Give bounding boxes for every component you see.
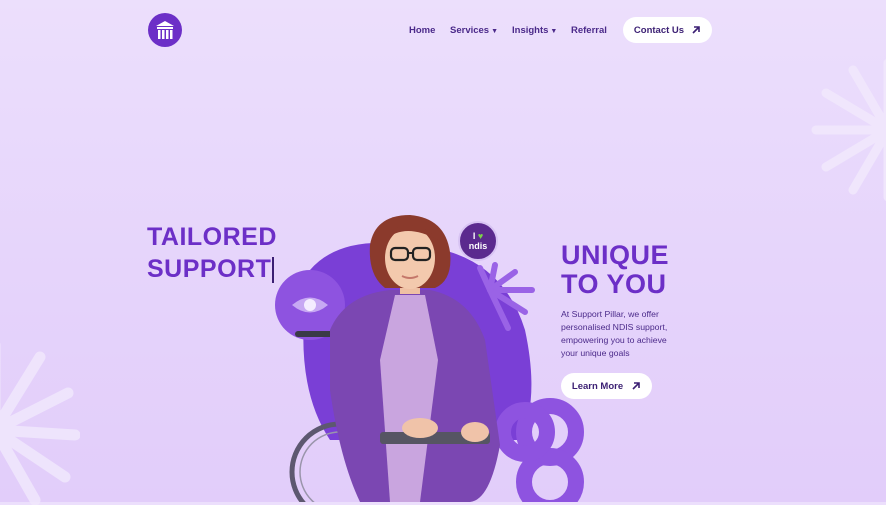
nav-insights-label: Insights	[512, 25, 549, 36]
nav-referral-label: Referral	[571, 25, 607, 36]
arrow-up-right-icon	[632, 382, 640, 390]
headline-tailored-support: TAILORED SUPPORT	[147, 221, 277, 285]
arrow-up-right-icon	[692, 26, 700, 34]
hero-description: At Support Pillar, we offer personalised…	[561, 309, 668, 358]
nav-services[interactable]: Services ▼	[450, 25, 498, 36]
heart-icon: ♥	[477, 231, 484, 241]
landing-page: Home Services ▼ Insights ▼ Referral Contac…	[0, 0, 886, 505]
nav-insights[interactable]: Insights ▼	[512, 25, 557, 36]
nav-services-label: Services	[450, 25, 490, 36]
caret-down-icon: ▼	[491, 28, 499, 35]
sunburst-decoration-icon	[0, 342, 80, 505]
badge-line2: ndis	[468, 241, 488, 251]
headline-line: UNIQUE	[561, 240, 670, 270]
badge-line1: I	[472, 231, 476, 241]
headline-line: TAILORED	[147, 223, 277, 251]
ndis-badge: I ♥ ndis	[458, 221, 498, 261]
nav-home-label: Home	[409, 25, 436, 36]
learn-more-button[interactable]: Learn More	[561, 373, 652, 399]
learn-more-label: Learn More	[571, 380, 624, 392]
sunburst-decoration-icon	[811, 58, 886, 202]
contact-us-button[interactable]: Contact Us	[623, 17, 712, 43]
nav-home[interactable]: Home	[409, 25, 435, 36]
contact-us-label: Contact Us	[633, 24, 685, 36]
nav-referral[interactable]: Referral	[571, 25, 607, 36]
headline-unique-to-you: UNIQUE TO YOU	[561, 241, 669, 299]
logo-pillar-icon[interactable]	[148, 13, 182, 47]
caret-down-icon: ▼	[550, 28, 558, 35]
headline-line: SUPPORT	[147, 255, 272, 283]
headline-line: TO YOU	[561, 269, 667, 299]
